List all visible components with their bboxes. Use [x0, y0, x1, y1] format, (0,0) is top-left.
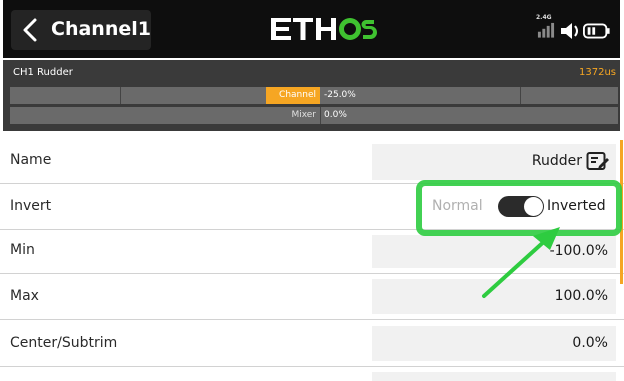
row-center: Center/Subtrim 0.0%	[0, 320, 624, 367]
row-invert-label: Invert	[10, 198, 52, 214]
row-max: Max 100.0%	[0, 274, 624, 320]
ethos-logo	[271, 18, 377, 40]
max-value: 100.0%	[554, 288, 608, 304]
name-field[interactable]: Rudder	[372, 144, 616, 180]
scrollbar[interactable]	[620, 140, 623, 284]
status-area: 2.4G	[533, 14, 613, 44]
max-field[interactable]: 100.0%	[372, 279, 616, 314]
chevron-left-icon	[23, 18, 37, 42]
row-invert: Invert Normal Inverted	[0, 184, 624, 230]
mixer-bar-label: Mixer	[291, 110, 316, 120]
bar-tick	[120, 87, 121, 104]
invert-on-label: Inverted	[547, 198, 606, 214]
next-row-field[interactable]	[372, 372, 616, 381]
monitor-pulse-value: 1372us	[579, 67, 616, 78]
center-value: 0.0%	[572, 335, 608, 351]
center-field[interactable]: 0.0%	[372, 326, 616, 361]
bar-tick	[520, 87, 521, 104]
monitor-channel-name: CH1 Rudder	[13, 67, 73, 78]
row-min-label: Min	[10, 242, 35, 258]
signal-strength-icon	[537, 22, 555, 38]
channel-monitor: CH1 Rudder 1372us Channel -25.0% Mixer 0…	[3, 60, 620, 131]
invert-off-label: Normal	[432, 198, 483, 214]
invert-toggle[interactable]	[498, 196, 544, 217]
back-button[interactable]: Channel1	[11, 10, 151, 50]
speaker-icon	[561, 23, 578, 39]
row-min: Min -100.0%	[0, 230, 624, 274]
ethos-screen: Channel1 2.4G CH1 Rudder 1372us Channel …	[0, 0, 624, 381]
row-name: Name Rudder	[0, 140, 624, 184]
min-value: -100.0%	[549, 243, 608, 259]
page-title: Channel1	[51, 18, 151, 40]
mixer-output-bar: Mixer 0.0%	[10, 107, 618, 124]
channel-bar-label: Channel	[266, 87, 320, 104]
channel-bar-value: -25.0%	[324, 90, 356, 100]
mixer-bar-value: 0.0%	[324, 110, 347, 120]
name-value: Rudder	[531, 153, 582, 169]
header-bar: Channel1 2.4G	[3, 0, 620, 58]
min-field[interactable]: -100.0%	[372, 235, 616, 268]
toggle-knob	[524, 197, 543, 216]
edit-icon	[586, 152, 609, 170]
row-center-label: Center/Subtrim	[10, 335, 118, 351]
row-name-label: Name	[10, 152, 52, 168]
channel-output-bar: Channel -25.0%	[10, 87, 618, 104]
battery-icon	[583, 23, 610, 39]
row-max-label: Max	[10, 288, 39, 304]
